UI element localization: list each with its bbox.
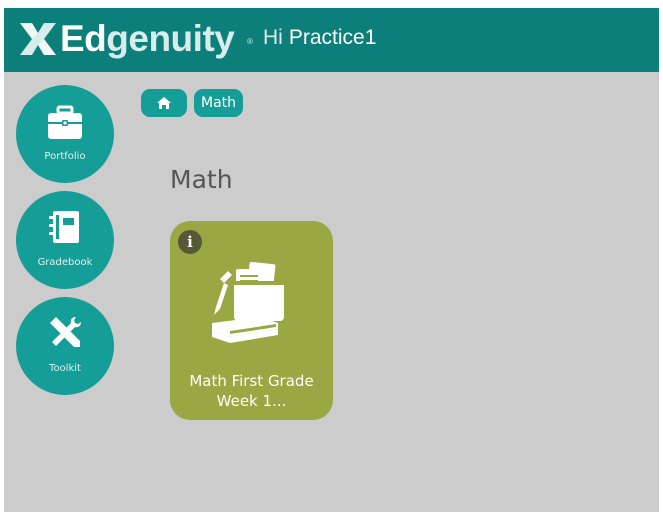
- header-bar: Edgenuity ® Hi Practice1: [4, 8, 659, 72]
- sidebar-item-label: Toolkit: [49, 363, 81, 374]
- sidebar-item-label: Portfolio: [44, 151, 86, 162]
- greeting-hi: Hi: [263, 26, 283, 49]
- course-tile[interactable]: i Math First Grade Week 1...: [170, 221, 333, 420]
- sidebar-item-portfolio[interactable]: Portfolio: [16, 85, 114, 183]
- home-icon: [157, 97, 171, 109]
- course-name: Math First Grade Week 1...: [189, 372, 314, 410]
- app-window: Edgenuity ® Hi Practice1 Portfolio Grade…: [0, 0, 663, 512]
- books-and-papers-icon: [212, 261, 284, 343]
- notebook-icon: [49, 211, 79, 243]
- sidebar-item-toolkit[interactable]: Toolkit: [16, 297, 114, 395]
- logo-suffix: genuity: [106, 18, 235, 59]
- logo-prefix: Ed: [60, 18, 107, 59]
- breadcrumb-home-button[interactable]: [141, 89, 187, 117]
- logo-wordmark: Edgenuity: [60, 18, 235, 59]
- briefcase-icon: [48, 105, 82, 139]
- sidebar-item-gradebook[interactable]: Gradebook: [16, 191, 114, 289]
- registered-mark: ®: [247, 37, 253, 46]
- sidebar-item-label: Gradebook: [37, 257, 93, 268]
- tools-icon: [50, 317, 81, 347]
- user-greeting: Hi Practice1: [263, 25, 376, 51]
- page-title: Math: [170, 165, 233, 194]
- course-info-button[interactable]: i: [178, 230, 202, 254]
- edgenuity-x-logo-icon: [20, 23, 56, 55]
- main-content: Portfolio Gradebook Toolkit Math Math i …: [4, 72, 659, 512]
- breadcrumb-math[interactable]: Math: [194, 89, 244, 117]
- user-name: Practice1: [288, 26, 377, 49]
